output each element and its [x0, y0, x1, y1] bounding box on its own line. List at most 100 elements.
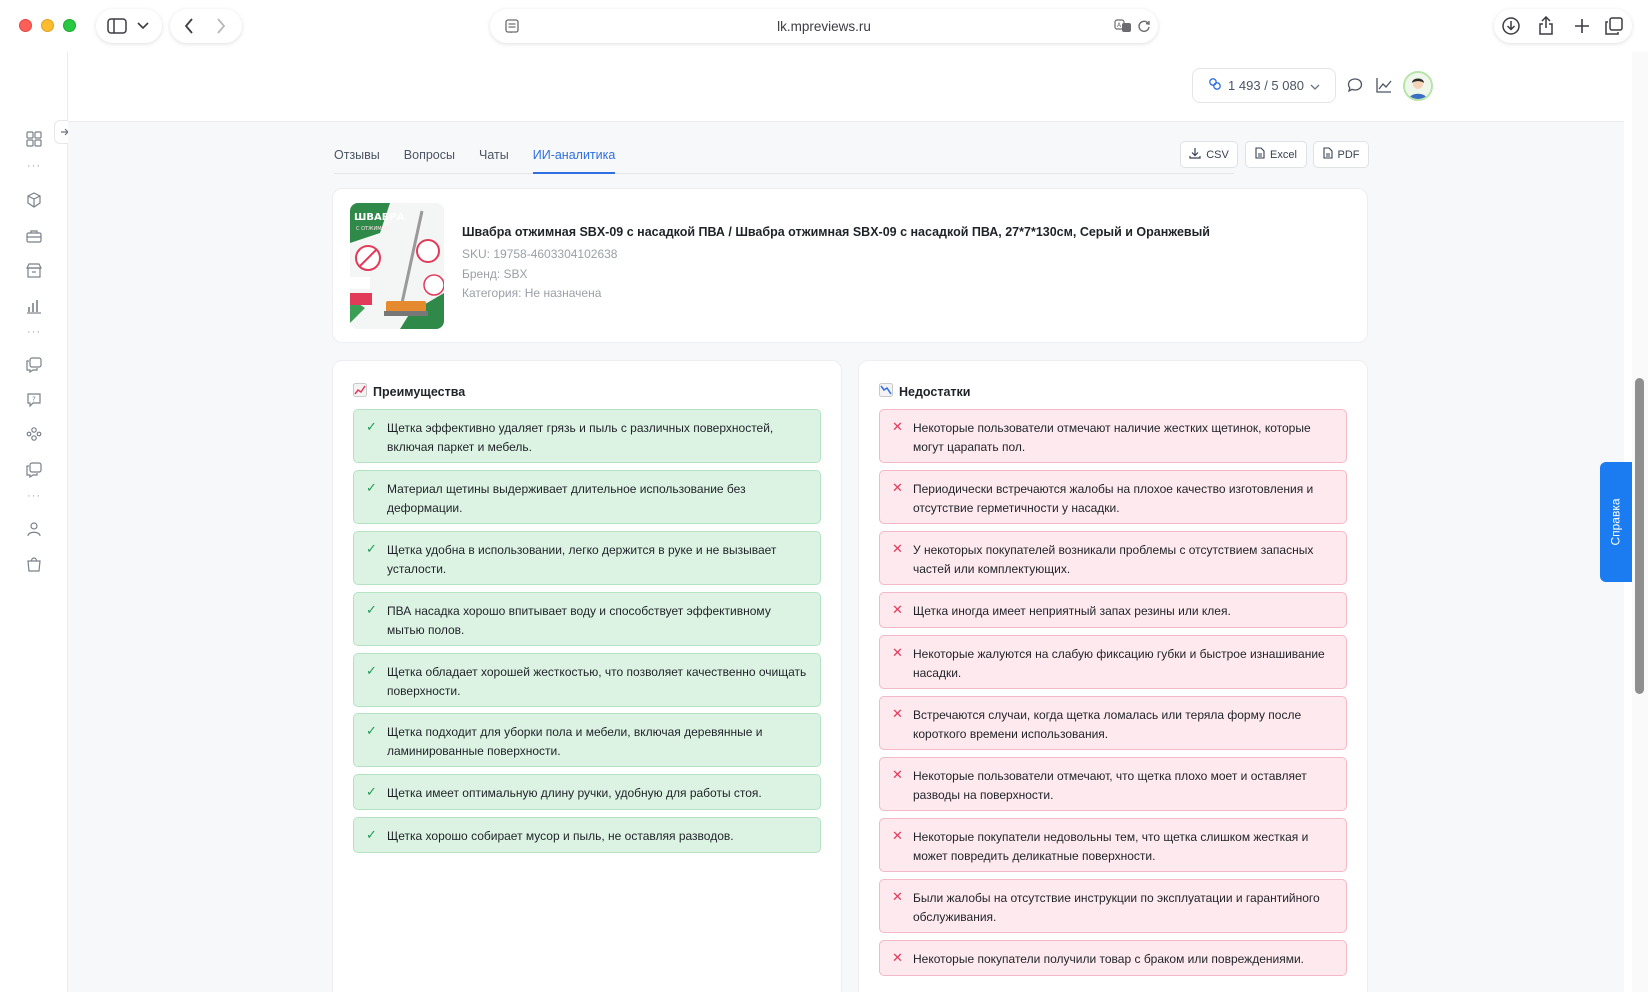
check-icon: ✓	[366, 827, 377, 842]
bar-chart-icon[interactable]	[24, 296, 44, 316]
chart-increasing-icon	[353, 383, 367, 400]
advantages-panel: Преимущества ✓ Щетка эффективно удаляет г…	[332, 360, 842, 992]
check-icon: ✓	[366, 541, 377, 556]
product-card: ШВАБРА С ОТЖИМОМ Швабра отжимная SBX-09 …	[332, 188, 1368, 343]
line-chart-icon[interactable]	[1375, 76, 1393, 94]
app-header: 1 493 / 5 080	[68, 52, 1624, 122]
reviews-counter-dropdown[interactable]: 1 493 / 5 080	[1192, 68, 1336, 103]
page-scrollbar-thumb[interactable]	[1635, 378, 1644, 694]
url-text: lk.mpreviews.ru	[777, 18, 871, 34]
product-image-text: ШВАБРА	[354, 212, 405, 223]
disadvantage-item: ✕ Щетка иногда имеет неприятный запах рез…	[879, 592, 1347, 628]
app-sidebar: ··· ··· ? ···	[0, 52, 78, 992]
disadvantage-item: ✕ Некоторые пользователи отмечают, что ще…	[879, 757, 1347, 811]
reviews-icon[interactable]	[24, 355, 44, 375]
check-icon: ✓	[366, 723, 377, 738]
disadvantage-item: ✕ Некоторые жалуются на слабую фиксацию г…	[879, 635, 1347, 689]
advantage-item: ✓ Щетка имеет оптимальную длину ручки, уд…	[353, 774, 821, 810]
export-excel-label: Excel	[1270, 148, 1297, 161]
main-content: Отзывы Вопросы Чаты ИИ-аналитика CSV Exc…	[68, 122, 1624, 992]
tab-overview-icon[interactable]	[1604, 16, 1624, 36]
product-category: Категория: Не назначена	[462, 286, 602, 300]
link-icon	[1208, 77, 1222, 94]
minimize-window-button[interactable]	[41, 19, 54, 32]
history-nav-group	[170, 9, 242, 43]
check-icon: ✓	[366, 602, 377, 617]
sidebar-toggle-icon[interactable]	[106, 17, 128, 35]
product-image-subtext: С ОТЖИМОМ	[356, 226, 390, 232]
disadvantage-item: ✕ Встречаются случаи, когда щетка ломалас…	[879, 696, 1347, 750]
cross-icon: ✕	[892, 706, 903, 721]
disadvantages-title: Недостатки	[899, 384, 971, 399]
sidebar-separator: ···	[27, 160, 41, 172]
document-icon	[1255, 147, 1265, 162]
browser-toolbar: lk.mpreviews.ru A	[0, 0, 1648, 52]
disadvantage-item: ✕ Некоторые покупатели недовольны тем, чт…	[879, 818, 1347, 872]
store-icon[interactable]	[24, 261, 44, 281]
tab-chats[interactable]: Чаты	[479, 134, 509, 174]
svg-text:?: ?	[32, 396, 36, 404]
chats-icon[interactable]	[24, 460, 44, 480]
cross-icon: ✕	[892, 645, 903, 660]
sidebar-separator: ···	[27, 490, 41, 502]
shopping-bag-icon[interactable]	[24, 554, 44, 574]
export-excel-button[interactable]: Excel	[1245, 141, 1307, 168]
cubes-icon[interactable]	[24, 190, 44, 210]
disadvantage-item: ✕ Были жалобы на отсутствие инструкции по…	[879, 879, 1347, 933]
close-window-button[interactable]	[19, 19, 32, 32]
user-icon[interactable]	[24, 519, 44, 539]
chat-bubble-icon[interactable]	[1346, 76, 1364, 94]
cross-icon: ✕	[892, 541, 903, 556]
back-icon[interactable]	[180, 17, 198, 35]
zoom-window-button[interactable]	[63, 19, 76, 32]
advantages-heading: Преимущества	[353, 383, 465, 400]
download-icon	[1189, 147, 1201, 162]
chevron-down-icon[interactable]	[136, 20, 150, 32]
advantage-item: ✓ Щетка обладает хорошей жесткостью, что …	[353, 653, 821, 707]
document-icon	[1322, 147, 1333, 162]
tab-questions[interactable]: Вопросы	[404, 134, 455, 174]
question-icon[interactable]: ?	[24, 390, 44, 410]
address-bar[interactable]: lk.mpreviews.ru A	[490, 9, 1158, 43]
advantage-item: ✓ Щетка хорошо собирает мусор и пыль, не …	[353, 817, 821, 853]
share-icon[interactable]	[1536, 15, 1556, 35]
disadvantage-item: ✕ Некоторые покупатели получили товар с б…	[879, 940, 1347, 976]
export-csv-button[interactable]: CSV	[1180, 141, 1238, 168]
cross-icon: ✕	[892, 480, 903, 495]
export-pdf-button[interactable]: PDF	[1313, 141, 1369, 168]
advantage-item: ✓ ПВА насадка хорошо впитывает воду и спо…	[353, 592, 821, 646]
disadvantage-item: ✕ У некоторых покупателей возникали пробл…	[879, 531, 1347, 585]
tab-ai-analytics[interactable]: ИИ-аналитика	[532, 134, 616, 174]
check-icon: ✓	[366, 419, 377, 434]
dashboard-icon[interactable]	[24, 129, 44, 149]
disadvantage-item: ✕ Некоторые пользователи отмечают наличие…	[879, 409, 1347, 463]
tab-reviews[interactable]: Отзывы	[334, 134, 380, 174]
avatar[interactable]	[1403, 71, 1433, 101]
cross-icon: ✕	[892, 767, 903, 782]
sidebar-toggle-group	[96, 9, 162, 43]
briefcase-icon[interactable]	[24, 226, 44, 246]
advantages-title: Преимущества	[373, 384, 466, 399]
help-label: Справка	[1609, 498, 1624, 546]
sidebar-separator: ···	[27, 326, 41, 338]
check-icon: ✓	[366, 784, 377, 799]
counter-value: 1 493 / 5 080	[1228, 78, 1304, 93]
svg-text:A: A	[1117, 22, 1122, 29]
page-menu-icon[interactable]	[504, 18, 520, 34]
help-button[interactable]: Справка	[1600, 462, 1632, 582]
advantage-item: ✓ Щетка удобна в использовании, легко дер…	[353, 531, 821, 585]
users-group-icon[interactable]	[24, 424, 44, 444]
reload-icon[interactable]	[1136, 18, 1152, 34]
cross-icon: ✕	[892, 950, 903, 965]
forward-icon[interactable]	[212, 17, 230, 35]
disadvantages-heading: Недостатки	[879, 383, 970, 400]
chart-decreasing-icon	[879, 383, 893, 400]
advantage-item: ✓ Материал щетины выдерживает длительное …	[353, 470, 821, 524]
download-icon[interactable]	[1501, 16, 1521, 36]
new-tab-icon[interactable]	[1572, 16, 1592, 36]
export-pdf-label: PDF	[1337, 148, 1360, 161]
tabs-bar: Отзывы Вопросы Чаты ИИ-аналитика	[334, 134, 1234, 174]
disadvantage-item: ✕ Периодически встречаются жалобы на плох…	[879, 470, 1347, 524]
product-title: Швабра отжимная SBX-09 с насадкой ПВА / …	[462, 225, 1210, 239]
translate-icon[interactable]: A	[1114, 18, 1132, 34]
